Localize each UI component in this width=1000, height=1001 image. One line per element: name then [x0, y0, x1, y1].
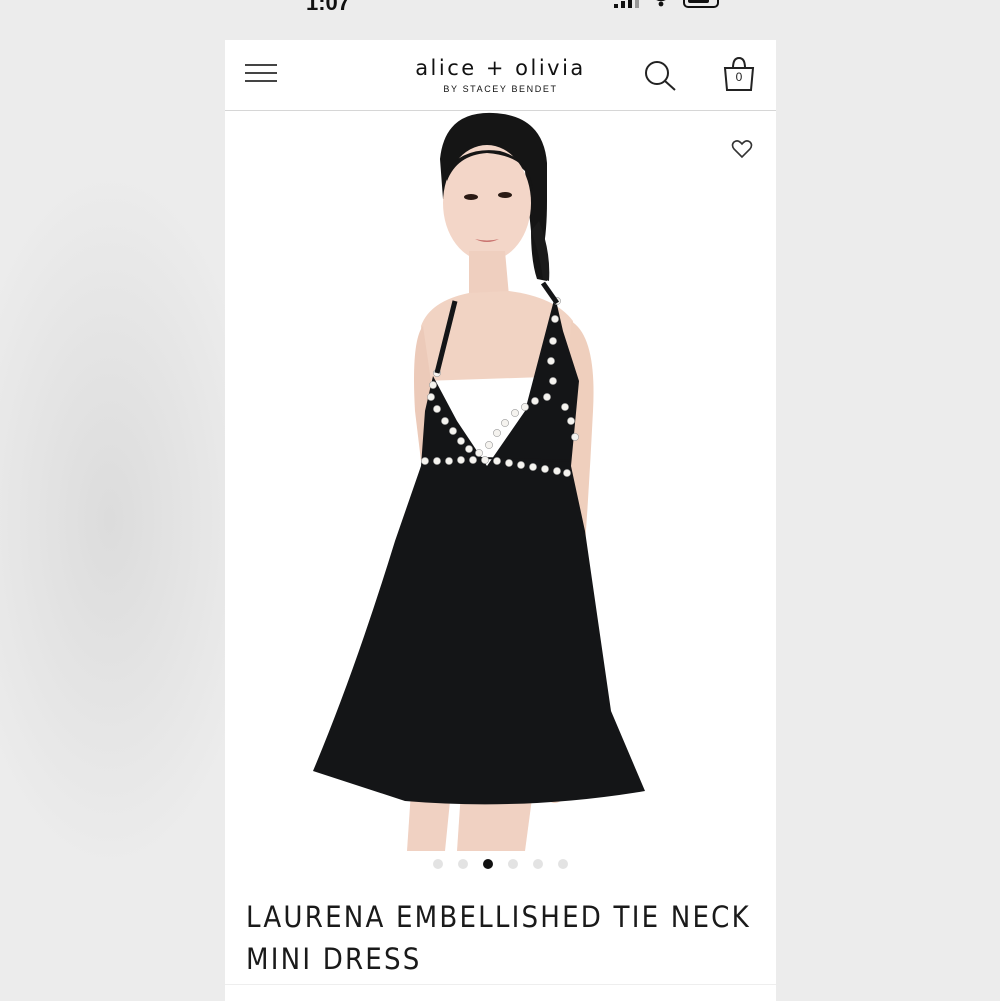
product-photo [313, 112, 645, 851]
shopping-bag-icon[interactable]: 0 [722, 56, 756, 92]
product-title-line1: LAURENA EMBELLISHED TIE NECK [246, 900, 751, 934]
carousel-dot[interactable] [433, 859, 443, 869]
product-page: alice + olivia BY STACEY BENDET 0 LAUREN… [225, 40, 776, 1001]
carousel-dot[interactable] [558, 859, 568, 869]
status-icons [614, 0, 719, 8]
product-title-line2: MINI DRESS [246, 942, 422, 976]
site-header: alice + olivia BY STACEY BENDET 0 [225, 40, 776, 111]
status-time: 1:07 [306, 0, 351, 15]
wifi-icon [656, 0, 666, 7]
carousel-dot[interactable] [508, 859, 518, 869]
search-icon[interactable] [643, 60, 677, 92]
carousel-dot-active[interactable] [483, 859, 493, 869]
carousel-dots [225, 859, 776, 869]
brand-name: alice + olivia [415, 56, 586, 80]
brand-logo[interactable]: alice + olivia BY STACEY BENDET [225, 56, 776, 94]
brand-subtitle: BY STACEY BENDET [443, 84, 558, 94]
cart-count: 0 [735, 70, 743, 84]
signal-icon [614, 0, 639, 8]
status-bar: 1:07 [0, 0, 1000, 15]
carousel-dot[interactable] [458, 859, 468, 869]
heart-icon[interactable] [731, 138, 753, 160]
carousel-dot[interactable] [533, 859, 543, 869]
battery-icon [683, 0, 719, 8]
product-title: LAURENA EMBELLISHED TIE NECK MINI DRESS [246, 896, 756, 980]
content-continuation [225, 984, 776, 1001]
product-image[interactable] [225, 111, 776, 851]
